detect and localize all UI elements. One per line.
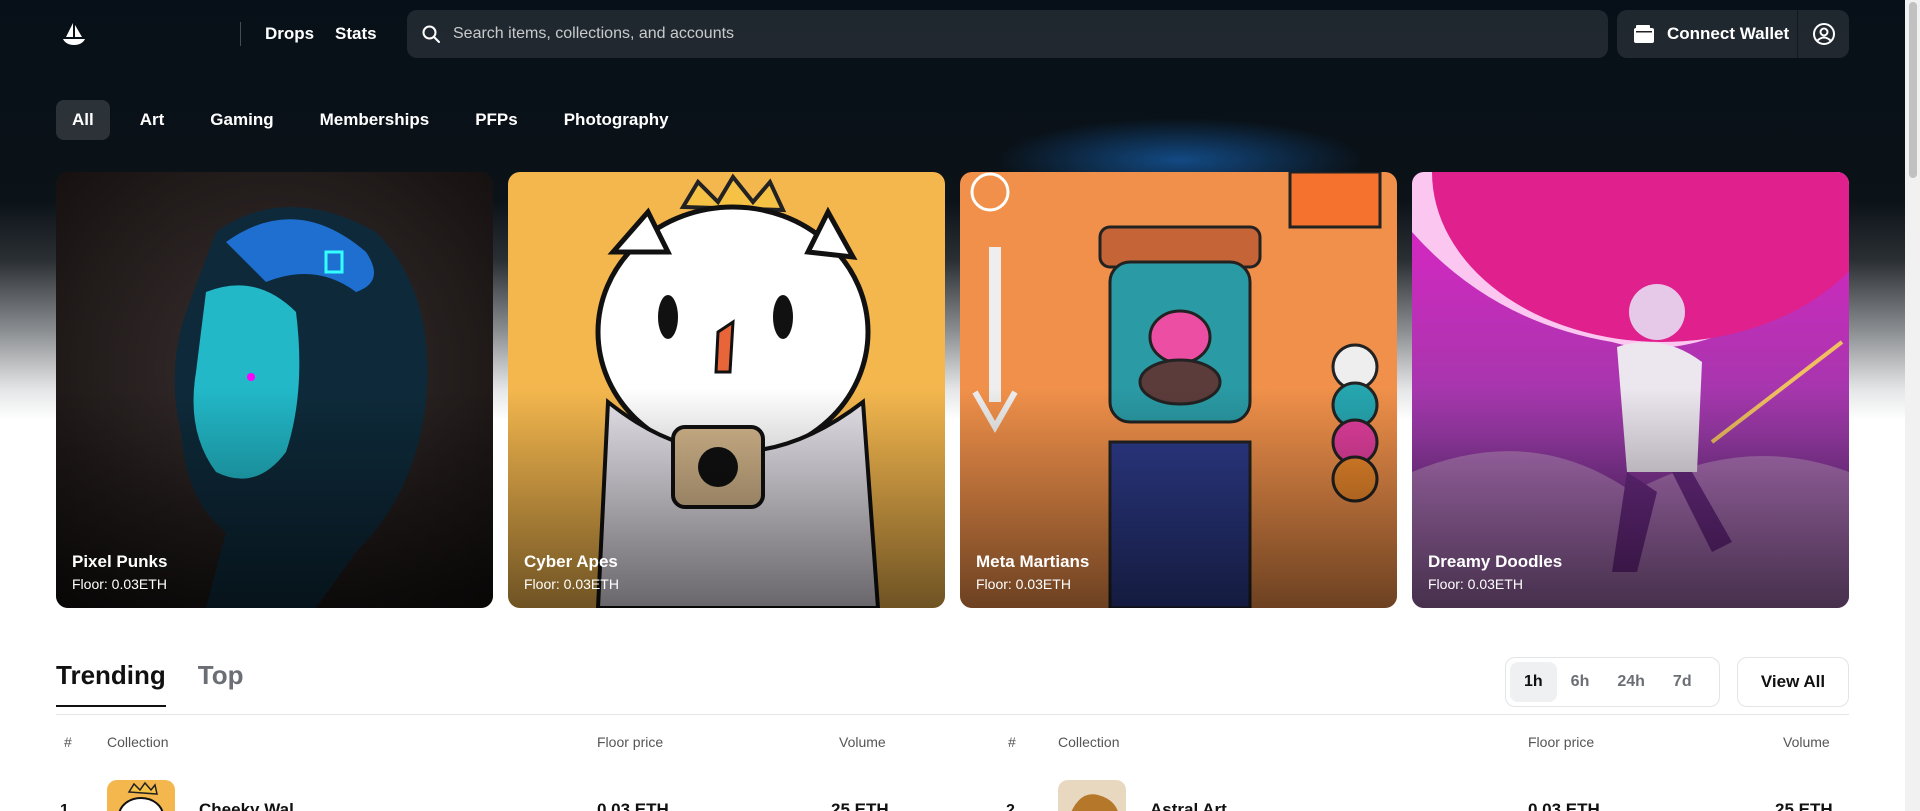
tab-trending[interactable]: Trending — [56, 660, 166, 707]
category-filter-bar: All Art Gaming Memberships PFPs Photogra… — [56, 100, 699, 140]
floor-price: 0.03 ETH — [1528, 800, 1600, 811]
card-floor: Floor: 0.03ETH — [524, 576, 619, 592]
column-header-rank: # — [1008, 734, 1016, 750]
search-icon — [422, 25, 440, 43]
search-input[interactable] — [453, 25, 1553, 43]
column-header-floor-price[interactable]: Floor price — [597, 734, 663, 750]
page-scrollbar[interactable] — [1905, 0, 1920, 811]
category-memberships[interactable]: Memberships — [304, 100, 446, 140]
featured-card-meta-martians[interactable]: Meta Martians Floor: 0.03ETH — [960, 172, 1397, 608]
nav-divider — [240, 22, 241, 46]
view-all-button[interactable]: View All — [1737, 657, 1849, 707]
time-option-6h[interactable]: 6h — [1557, 662, 1604, 702]
card-meta: Dreamy Doodles Floor: 0.03ETH — [1428, 552, 1562, 592]
time-option-1h[interactable]: 1h — [1510, 662, 1557, 702]
collection-name: Astral Art... — [1150, 800, 1242, 811]
category-pfps[interactable]: PFPs — [459, 100, 534, 140]
ranking-tabs: Trending Top — [56, 660, 276, 707]
connect-wallet-button[interactable]: Connect Wallet — [1617, 10, 1797, 58]
search-bar[interactable] — [407, 10, 1608, 58]
card-meta: Pixel Punks Floor: 0.03ETH — [72, 552, 167, 592]
card-meta: Meta Martians Floor: 0.03ETH — [976, 552, 1089, 592]
featured-collections-carousel: Pixel Punks Floor: 0.03ETH Cyber Apes Fl… — [56, 172, 1849, 608]
collection-name: Cheeky Wal... — [199, 800, 308, 811]
column-header-collection[interactable]: Collection — [107, 734, 168, 750]
user-circle-icon — [1812, 23, 1835, 45]
collection-thumbnail — [107, 780, 175, 811]
scrollbar-thumb[interactable] — [1909, 2, 1917, 178]
wallet-account-group: Connect Wallet — [1617, 10, 1849, 58]
column-header-collection[interactable]: Collection — [1058, 734, 1119, 750]
time-option-7d[interactable]: 7d — [1659, 662, 1706, 702]
top-navigation-bar: Drops Stats Connect Wallet — [0, 0, 1920, 68]
floor-price: 0.03 ETH — [597, 800, 669, 811]
card-floor: Floor: 0.03ETH — [72, 576, 167, 592]
row-rank: 2 — [1006, 802, 1015, 811]
row-rank: 1 — [60, 802, 69, 811]
time-option-24h[interactable]: 24h — [1603, 662, 1659, 702]
card-name: Dreamy Doodles — [1428, 552, 1563, 571]
card-meta: Cyber Apes Floor: 0.03ETH — [524, 552, 619, 592]
account-button[interactable] — [1798, 10, 1849, 58]
connect-wallet-label: Connect Wallet — [1667, 24, 1790, 43]
category-all[interactable]: All — [56, 100, 110, 140]
time-range-toggle: 1h 6h 24h 7d — [1505, 657, 1720, 707]
card-name: Meta Martians — [976, 552, 1090, 571]
tabs-divider — [56, 714, 1849, 715]
nav-link-drops[interactable]: Drops — [265, 24, 314, 44]
featured-card-cyber-apes[interactable]: Cyber Apes Floor: 0.03ETH — [508, 172, 945, 608]
column-header-volume[interactable]: Volume — [1783, 734, 1830, 750]
card-floor: Floor: 0.03ETH — [976, 576, 1071, 592]
column-header-floor-price[interactable]: Floor price — [1528, 734, 1594, 750]
card-name: Cyber Apes — [524, 552, 618, 571]
sailboat-logo-icon[interactable] — [60, 20, 88, 48]
wallet-icon — [1634, 25, 1654, 43]
category-art[interactable]: Art — [124, 100, 181, 140]
volume: 25 ETH — [1775, 800, 1833, 811]
column-header-volume[interactable]: Volume — [839, 734, 886, 750]
card-floor: Floor: 0.03ETH — [1428, 576, 1523, 592]
collection-thumbnail — [1058, 780, 1126, 811]
featured-card-pixel-punks[interactable]: Pixel Punks Floor: 0.03ETH — [56, 172, 493, 608]
category-photography[interactable]: Photography — [548, 100, 685, 140]
nav-link-stats[interactable]: Stats — [335, 24, 377, 44]
category-gaming[interactable]: Gaming — [194, 100, 289, 140]
card-name: Pixel Punks — [72, 552, 168, 571]
column-header-rank: # — [64, 734, 72, 750]
tab-top[interactable]: Top — [198, 660, 244, 707]
featured-card-dreamy-doodles[interactable]: Dreamy Doodles Floor: 0.03ETH — [1412, 172, 1849, 608]
volume: 25 ETH — [831, 800, 889, 811]
